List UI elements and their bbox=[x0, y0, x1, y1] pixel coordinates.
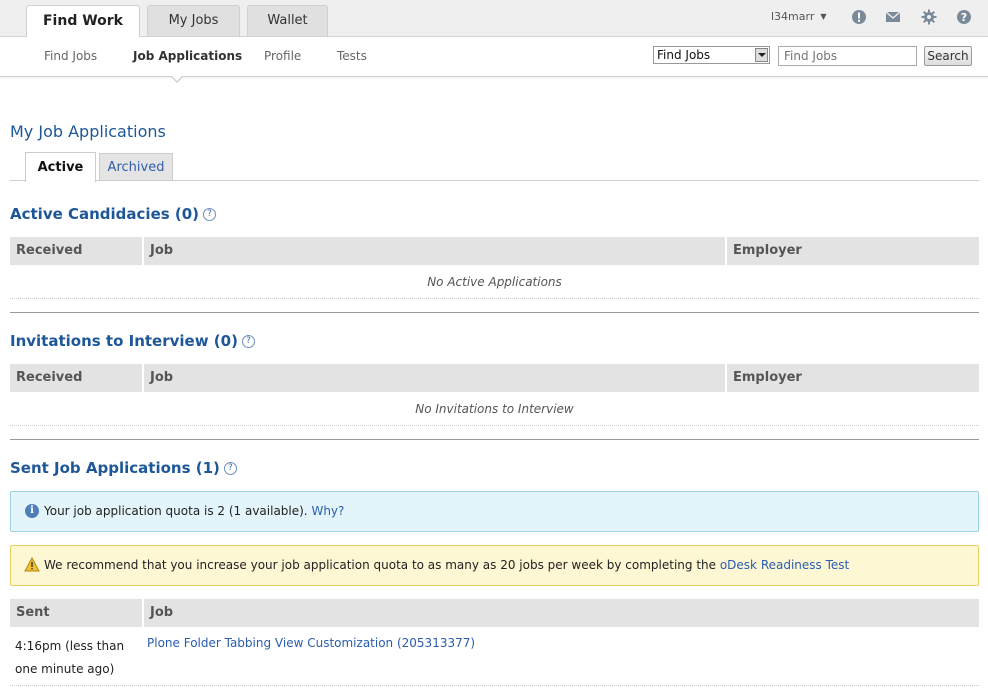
why-link[interactable]: Why? bbox=[311, 504, 344, 518]
caret-down-icon: ▼ bbox=[820, 12, 827, 21]
tab-active[interactable]: Active bbox=[25, 152, 96, 182]
username: l34marr bbox=[771, 10, 815, 23]
tab-wallet[interactable]: Wallet bbox=[247, 5, 328, 36]
warning-icon bbox=[24, 557, 40, 572]
col-received: Received bbox=[16, 370, 83, 385]
search-type-select[interactable]: Find Jobs bbox=[653, 46, 770, 64]
section-title: Active Candidacies (0) bbox=[10, 205, 200, 223]
col-employer: Employer bbox=[725, 364, 979, 392]
col-sent: Sent bbox=[16, 605, 50, 620]
col-job: Job bbox=[142, 364, 727, 392]
quota-info-box: i Your job application quota is 2 (1 ava… bbox=[10, 491, 979, 532]
table-row: 4:16pm (less than one minute ago) Plone … bbox=[10, 627, 979, 686]
search-button[interactable]: Search bbox=[924, 46, 972, 66]
subnav-profile[interactable]: Profile bbox=[264, 49, 301, 63]
readiness-test-link[interactable]: oDesk Readiness Test bbox=[720, 558, 849, 572]
col-employer: Employer bbox=[725, 237, 979, 265]
user-menu[interactable]: l34marr ▼ bbox=[771, 10, 827, 23]
quota-text: Your job application quota is 2 (1 avail… bbox=[44, 504, 308, 518]
sent-table-header: Sent Job bbox=[10, 599, 979, 627]
section-divider bbox=[10, 312, 979, 313]
sent-time: 4:16pm (less than one minute ago) bbox=[15, 639, 125, 676]
dropdown-arrow-icon bbox=[755, 48, 768, 62]
help-icon[interactable]: ? bbox=[223, 462, 237, 475]
subnav-find-jobs[interactable]: Find Jobs bbox=[44, 49, 97, 63]
help-icon[interactable]: ? bbox=[241, 335, 255, 348]
col-job: Job bbox=[142, 237, 727, 265]
alert-icon[interactable] bbox=[851, 9, 867, 25]
subnav-job-applications[interactable]: Job Applications bbox=[133, 49, 242, 63]
col-received: Received bbox=[16, 243, 83, 258]
col-job: Job bbox=[142, 599, 979, 627]
help-icon[interactable]: ? bbox=[203, 208, 217, 221]
invitations-empty-message: No Invitations to Interview bbox=[10, 393, 979, 426]
svg-text:?: ? bbox=[961, 11, 967, 24]
search-type-value: Find Jobs bbox=[657, 48, 711, 62]
page-title: My Job Applications bbox=[10, 122, 166, 141]
help-icon[interactable]: ? bbox=[956, 9, 972, 25]
active-candidacies-heading: Active Candidacies (0)? bbox=[10, 205, 217, 223]
section-title: Invitations to Interview (0) bbox=[10, 332, 238, 350]
section-divider bbox=[10, 439, 979, 440]
search-input[interactable] bbox=[778, 46, 917, 66]
top-bar: Find Work My Jobs Wallet l34marr ▼ ? bbox=[0, 0, 988, 37]
section-title: Sent Job Applications (1) bbox=[10, 459, 220, 477]
warning-text: We recommend that you increase your job … bbox=[44, 558, 717, 572]
sent-applications-heading: Sent Job Applications (1)? bbox=[10, 459, 237, 477]
tab-archived[interactable]: Archived bbox=[99, 153, 173, 180]
active-empty-message: No Active Applications bbox=[10, 266, 979, 299]
tab-my-jobs[interactable]: My Jobs bbox=[147, 5, 240, 36]
active-pointer bbox=[170, 75, 184, 83]
quota-warning-box: We recommend that you increase your job … bbox=[10, 545, 979, 586]
info-icon: i bbox=[25, 504, 39, 518]
active-table-header: Received Job Employer bbox=[10, 237, 979, 265]
subnav-tests[interactable]: Tests bbox=[337, 49, 367, 63]
invitations-table-header: Received Job Employer bbox=[10, 364, 979, 392]
job-link[interactable]: Plone Folder Tabbing View Customization … bbox=[147, 636, 475, 650]
gear-icon[interactable] bbox=[921, 9, 937, 25]
tab-find-work[interactable]: Find Work bbox=[26, 5, 140, 37]
mail-icon[interactable] bbox=[885, 9, 901, 25]
tabs-divider bbox=[10, 180, 979, 181]
invitations-heading: Invitations to Interview (0)? bbox=[10, 332, 255, 350]
